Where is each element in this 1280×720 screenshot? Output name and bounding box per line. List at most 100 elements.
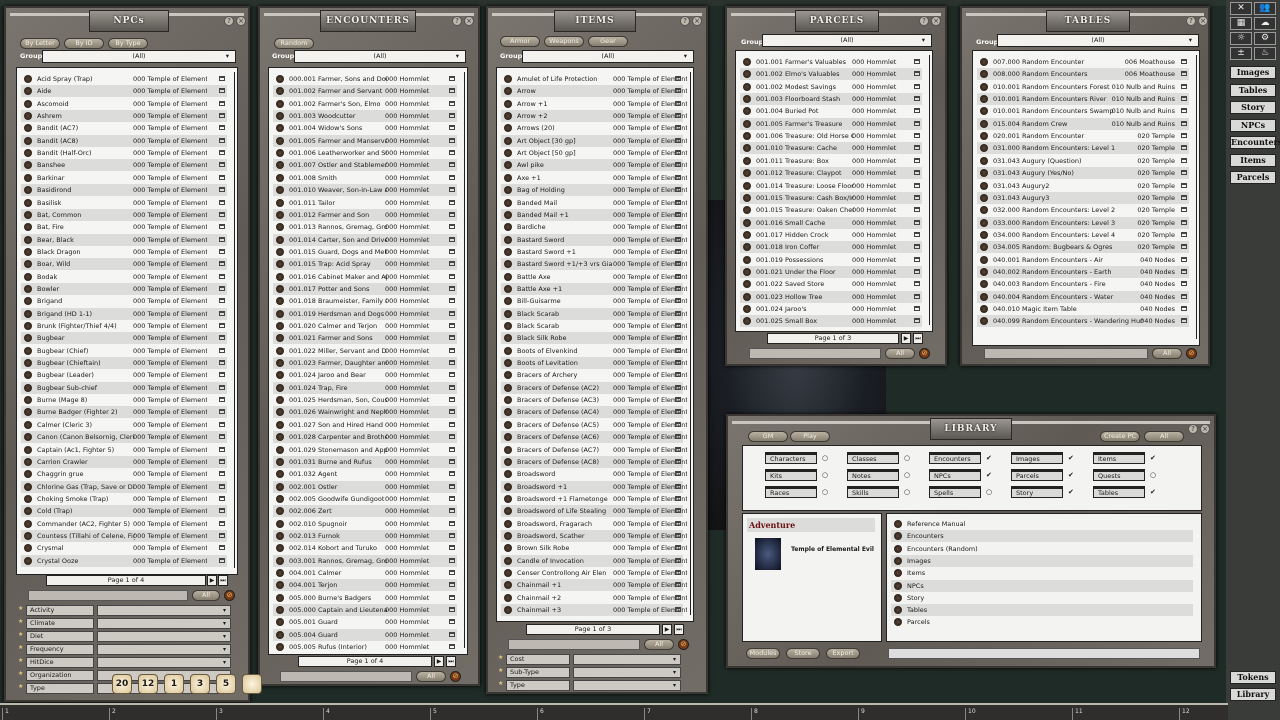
record-link-icon[interactable] (980, 132, 988, 140)
record-link-icon[interactable] (276, 384, 284, 392)
record-link-icon[interactable] (894, 582, 902, 590)
gm-button[interactable]: GM (748, 431, 788, 442)
book-icon[interactable] (219, 545, 225, 550)
book-icon[interactable] (914, 269, 920, 274)
book-icon[interactable] (914, 294, 920, 299)
category-button[interactable]: Notes (847, 469, 899, 481)
search-input[interactable] (508, 639, 640, 650)
list-item[interactable]: 001.016 Small Cache000 Hommlet (740, 217, 922, 229)
list-item[interactable]: 001.006 Treasure: Old Horse Collar000 Ho… (740, 130, 922, 142)
list-item[interactable]: Barkinar000 Temple of Elemental E (21, 172, 227, 184)
list-item[interactable]: Axe +1000 Temple of Elemental E (501, 172, 683, 184)
record-link-icon[interactable] (504, 236, 512, 244)
record-link-icon[interactable] (504, 408, 512, 416)
list-item[interactable]: Brigand (HD 1-1)000 Temple of Elemental … (21, 308, 227, 320)
record-link-icon[interactable] (24, 396, 32, 404)
record-link-icon[interactable] (24, 112, 32, 120)
checkmark-icon[interactable]: ✔ (1150, 488, 1156, 496)
book-icon[interactable] (449, 533, 455, 538)
record-link-icon[interactable] (743, 231, 751, 239)
record-link-icon[interactable] (276, 569, 284, 577)
record-link-icon[interactable] (276, 199, 284, 207)
book-icon[interactable] (219, 138, 225, 143)
book-icon[interactable] (914, 207, 920, 212)
record-link-icon[interactable] (276, 359, 284, 367)
book-icon[interactable] (449, 360, 455, 365)
record-link-icon[interactable] (276, 75, 284, 83)
book-icon[interactable] (449, 484, 455, 489)
record-link-icon[interactable] (743, 70, 751, 78)
list-item[interactable]: 010.001 Random Encounters River010 Nulb … (977, 93, 1189, 105)
book-icon[interactable] (675, 113, 681, 118)
next-page-button[interactable]: ▶ (434, 656, 444, 667)
book-icon[interactable] (449, 125, 455, 130)
book-icon[interactable] (675, 582, 681, 587)
list-item[interactable]: 004.001 Terjon000 Hommlet (273, 579, 457, 591)
record-link-icon[interactable] (24, 371, 32, 379)
record-link-icon[interactable] (24, 483, 32, 491)
d12-die-icon[interactable]: 12 (138, 674, 158, 694)
radio-empty-icon[interactable]: ○ (986, 488, 992, 496)
book-icon[interactable] (449, 274, 455, 279)
record-link-icon[interactable] (276, 507, 284, 515)
record-link-icon[interactable] (980, 219, 988, 227)
list-item[interactable]: Brigand000 Temple of Elemental E (21, 295, 227, 307)
list-item[interactable]: Bugbear000 Temple of Elemental E (21, 332, 227, 344)
book-icon[interactable] (449, 249, 455, 254)
book-icon[interactable] (449, 385, 455, 390)
book-icon[interactable] (449, 187, 455, 192)
list-item[interactable]: 001.021 Under the Floor000 Hommlet (740, 266, 922, 278)
record-link-icon[interactable] (980, 157, 988, 165)
list-item[interactable]: Bat, Common000 Temple of Elemental E (21, 209, 227, 221)
list-item[interactable]: 001.026 Wainwright and Nephews000 Hommle… (273, 406, 457, 418)
book-icon[interactable] (675, 261, 681, 266)
list-item[interactable]: Choking Smoke (Trap)000 Temple of Elemen… (21, 493, 227, 505)
last-page-button[interactable]: ⏭ (913, 333, 923, 344)
by-id-button[interactable]: By ID (64, 38, 104, 49)
record-link-icon[interactable] (504, 606, 512, 614)
record-link-icon[interactable] (504, 260, 512, 268)
record-link-icon[interactable] (24, 421, 32, 429)
list-item[interactable]: Aide000 Temple of Elemental E (21, 85, 227, 97)
book-icon[interactable] (914, 281, 920, 286)
record-link-icon[interactable] (24, 236, 32, 244)
book-icon[interactable] (219, 101, 225, 106)
book-icon[interactable] (1181, 108, 1187, 113)
search-input[interactable] (280, 671, 412, 682)
record-link-icon[interactable] (24, 223, 32, 231)
play-button[interactable]: Play (790, 431, 830, 442)
group-dropdown[interactable]: (All)▾ (762, 34, 932, 47)
list-item[interactable]: 007.000 Random Encounter006 Moathouse (977, 56, 1189, 68)
list-item[interactable]: 031.000 Random Encounters: Level 1020 Te… (977, 142, 1189, 154)
book-icon[interactable] (219, 496, 225, 501)
list-item[interactable]: Bastard Sword000 Temple of Elemental E (501, 234, 683, 246)
list-item[interactable]: 034.005 Random: Bugbears & Ogres020 Temp… (977, 241, 1189, 253)
list-item[interactable]: 001.021 Farmer and Sons000 Hommlet (273, 332, 457, 344)
list-item[interactable]: 034.000 Random Encounters: Level 4020 Te… (977, 229, 1189, 241)
list-item[interactable]: 002.010 Spugnoir000 Hommlet (273, 518, 457, 530)
list-item[interactable]: 002.001 Ostler000 Hommlet (273, 481, 457, 493)
book-icon[interactable] (449, 471, 455, 476)
record-link-icon[interactable] (24, 359, 32, 367)
book-icon[interactable] (1181, 195, 1187, 200)
book-icon[interactable] (1181, 145, 1187, 150)
scrollbar[interactable] (234, 72, 235, 568)
book-icon[interactable] (914, 59, 920, 64)
book-icon[interactable] (1181, 133, 1187, 138)
record-link-icon[interactable] (504, 347, 512, 355)
record-link-icon[interactable] (276, 433, 284, 441)
record-link-icon[interactable] (24, 174, 32, 182)
record-link-icon[interactable] (504, 211, 512, 219)
book-icon[interactable] (675, 175, 681, 180)
record-link-icon[interactable] (743, 280, 751, 288)
book-icon[interactable] (675, 459, 681, 464)
lighting-icon[interactable]: ☼ (1230, 32, 1252, 45)
record-link-icon[interactable] (504, 161, 512, 169)
record-link-icon[interactable] (24, 211, 32, 219)
radio-empty-icon[interactable]: ○ (1150, 471, 1156, 479)
list-item[interactable]: 001.004 Buried Pot000 Hommlet (740, 105, 922, 117)
last-page-button[interactable]: ⏭ (446, 656, 456, 667)
book-icon[interactable] (914, 232, 920, 237)
help-button[interactable]: ? (680, 16, 690, 26)
list-item[interactable]: 040.099 Random Encounters - Wandering Hu… (977, 315, 1189, 327)
